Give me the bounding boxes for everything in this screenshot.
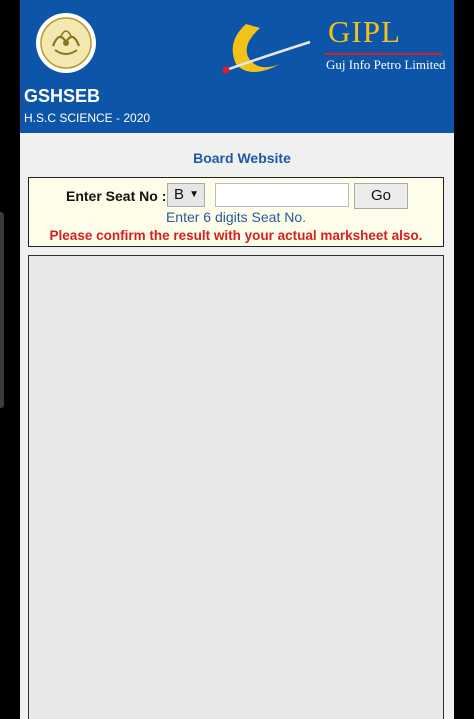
side-edge-handle <box>0 212 4 408</box>
header-banner: GIPL Guj Info Petro Limited GSHSEB H.S.C… <box>20 0 454 133</box>
seat-series-select[interactable]: B ▼ <box>167 183 205 207</box>
marksheet-warning: Please confirm the result with your actu… <box>49 228 423 243</box>
partner-logo: GIPL Guj Info Petro Limited <box>220 12 446 80</box>
go-button[interactable]: Go <box>354 183 408 209</box>
page-subtitle: H.S.C SCIENCE - 2020 <box>24 111 151 125</box>
seat-number-hint: Enter 6 digits Seat No. <box>165 209 307 225</box>
seat-search-panel: Enter Seat No : B ▼ Go Enter 6 digits Se… <box>28 177 444 247</box>
seat-number-input[interactable] <box>215 183 349 207</box>
page-title: GSHSEB <box>24 86 101 106</box>
seat-series-value: B <box>174 186 185 203</box>
page: GIPL Guj Info Petro Limited GSHSEB H.S.C… <box>20 0 454 719</box>
partner-logo-name: GIPL <box>328 14 401 49</box>
result-frame <box>28 255 444 719</box>
board-emblem-icon <box>36 13 96 73</box>
board-website-link[interactable]: Board Website <box>20 150 464 166</box>
partner-logo-tagline: Guj Info Petro Limited <box>326 57 446 72</box>
seat-number-label: Enter Seat No : <box>66 188 167 204</box>
chevron-down-icon: ▼ <box>189 189 199 200</box>
